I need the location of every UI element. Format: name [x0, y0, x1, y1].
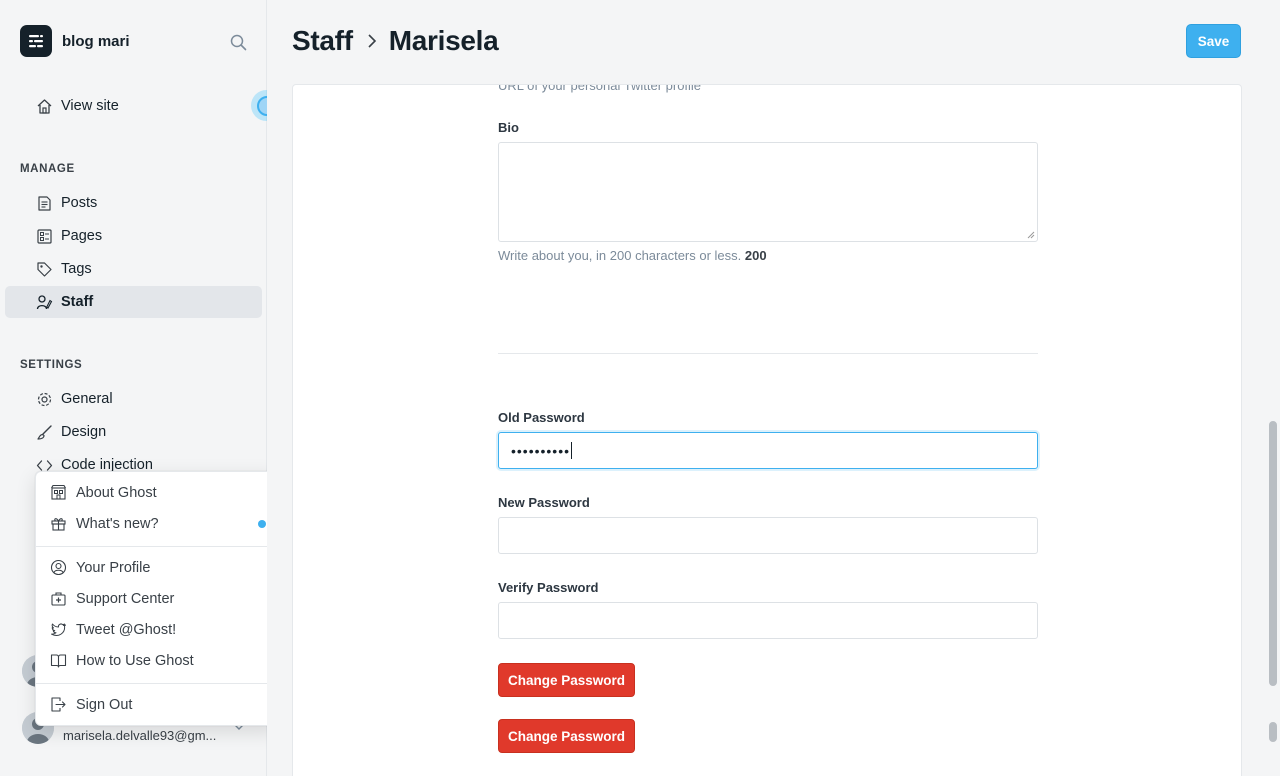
- menu-divider: [36, 683, 279, 684]
- twitter-icon: [51, 623, 66, 636]
- menu-sign-out[interactable]: Sign Out: [36, 689, 279, 720]
- tag-icon: [37, 262, 52, 277]
- menu-sign-out-label: Sign Out: [76, 696, 133, 713]
- menu-your-profile-label: Your Profile: [76, 559, 151, 576]
- change-password-button-2[interactable]: Change Password: [498, 719, 635, 753]
- sign-out-icon: [51, 697, 66, 712]
- page-title: Marisela: [388, 25, 499, 56]
- menu-tweet-ghost[interactable]: Tweet @Ghost!: [36, 614, 279, 645]
- gift-icon: [51, 518, 66, 531]
- bio-hint: Write about you, in 200 characters or le…: [498, 248, 767, 263]
- nav-design[interactable]: Design: [5, 416, 262, 448]
- menu-how-to-use-label: How to Use Ghost: [76, 652, 194, 669]
- new-indicator-dot: [258, 520, 266, 528]
- text-caret: [571, 442, 573, 459]
- verify-password-input[interactable]: [498, 602, 1038, 639]
- scrollbar-thumb-2[interactable]: [1269, 722, 1277, 742]
- menu-your-profile[interactable]: Your Profile: [36, 552, 279, 583]
- pages-icon: [37, 229, 52, 244]
- nav-view-site[interactable]: View site: [5, 90, 262, 122]
- new-password-input[interactable]: [498, 517, 1038, 554]
- old-password-input[interactable]: ••••••••••: [498, 432, 1038, 469]
- user-menu: About Ghost What's new? Your Profile Sup…: [35, 471, 279, 726]
- verify-password-label: Verify Password: [498, 580, 599, 595]
- main-content: Staff Marisela Save URL of your personal…: [267, 0, 1280, 776]
- section-divider: [498, 353, 1038, 354]
- support-icon: [51, 592, 66, 606]
- menu-about-ghost[interactable]: About Ghost: [36, 477, 279, 508]
- posts-icon: [38, 196, 51, 211]
- nav-staff[interactable]: Staff: [5, 286, 262, 318]
- nav-view-site-label: View site: [61, 98, 119, 114]
- save-button[interactable]: Save: [1186, 24, 1241, 58]
- nav-posts-label: Posts: [61, 195, 98, 211]
- menu-tweet-ghost-label: Tweet @Ghost!: [76, 621, 177, 638]
- brand[interactable]: blog mari: [20, 25, 130, 57]
- bio-textarea[interactable]: [498, 142, 1038, 242]
- nav-tags[interactable]: Tags: [5, 253, 262, 285]
- bio-hint-text: Write about you, in 200 characters or le…: [498, 248, 742, 263]
- home-icon: [37, 99, 52, 114]
- user-circle-icon: [50, 559, 67, 576]
- menu-divider: [36, 546, 279, 547]
- menu-support-center-label: Support Center: [76, 590, 175, 607]
- gear-icon: [37, 392, 52, 407]
- nav-tags-label: Tags: [61, 261, 92, 277]
- chevron-right-icon: [368, 34, 376, 48]
- breadcrumb-staff-link[interactable]: Staff: [292, 25, 353, 57]
- manage-section-label: MANAGE: [20, 163, 75, 175]
- old-password-value: ••••••••••: [511, 442, 571, 459]
- book-icon: [50, 654, 67, 668]
- nav-design-label: Design: [61, 424, 107, 440]
- menu-about-ghost-label: About Ghost: [76, 484, 157, 501]
- bio-char-count: 200: [744, 248, 767, 263]
- bio-label: Bio: [498, 120, 519, 135]
- menu-how-to-use[interactable]: How to Use Ghost: [36, 645, 279, 676]
- ghost-logo-icon: [20, 25, 52, 57]
- settings-section-label: SETTINGS: [20, 359, 83, 371]
- twitter-hint: URL of your personal Twitter profile: [498, 84, 702, 93]
- nav-general[interactable]: General: [5, 383, 262, 415]
- user-email[interactable]: marisela.delvalle93@gm...: [63, 728, 216, 743]
- site-title: blog mari: [62, 32, 130, 50]
- nav-general-label: General: [61, 391, 113, 407]
- nav-pages[interactable]: Pages: [5, 220, 262, 252]
- new-password-label: New Password: [498, 495, 590, 510]
- resize-handle-icon[interactable]: [1027, 231, 1035, 239]
- menu-whats-new-label: What's new?: [76, 515, 159, 532]
- brush-icon: [37, 425, 52, 440]
- nav-pages-label: Pages: [61, 228, 103, 244]
- staff-icon: [36, 295, 53, 310]
- building-icon: [51, 484, 66, 500]
- nav-posts[interactable]: Posts: [5, 187, 262, 219]
- menu-support-center[interactable]: Support Center: [36, 583, 279, 614]
- profile-card: URL of your personal Twitter profile Bio…: [292, 84, 1242, 776]
- nav-staff-label: Staff: [61, 294, 94, 310]
- breadcrumb: Staff Marisela: [292, 25, 499, 57]
- scrollbar-thumb[interactable]: [1269, 421, 1277, 686]
- search-icon[interactable]: [226, 30, 250, 54]
- old-password-label: Old Password: [498, 410, 585, 425]
- change-password-button[interactable]: Change Password: [498, 663, 635, 697]
- menu-whats-new[interactable]: What's new?: [36, 508, 279, 539]
